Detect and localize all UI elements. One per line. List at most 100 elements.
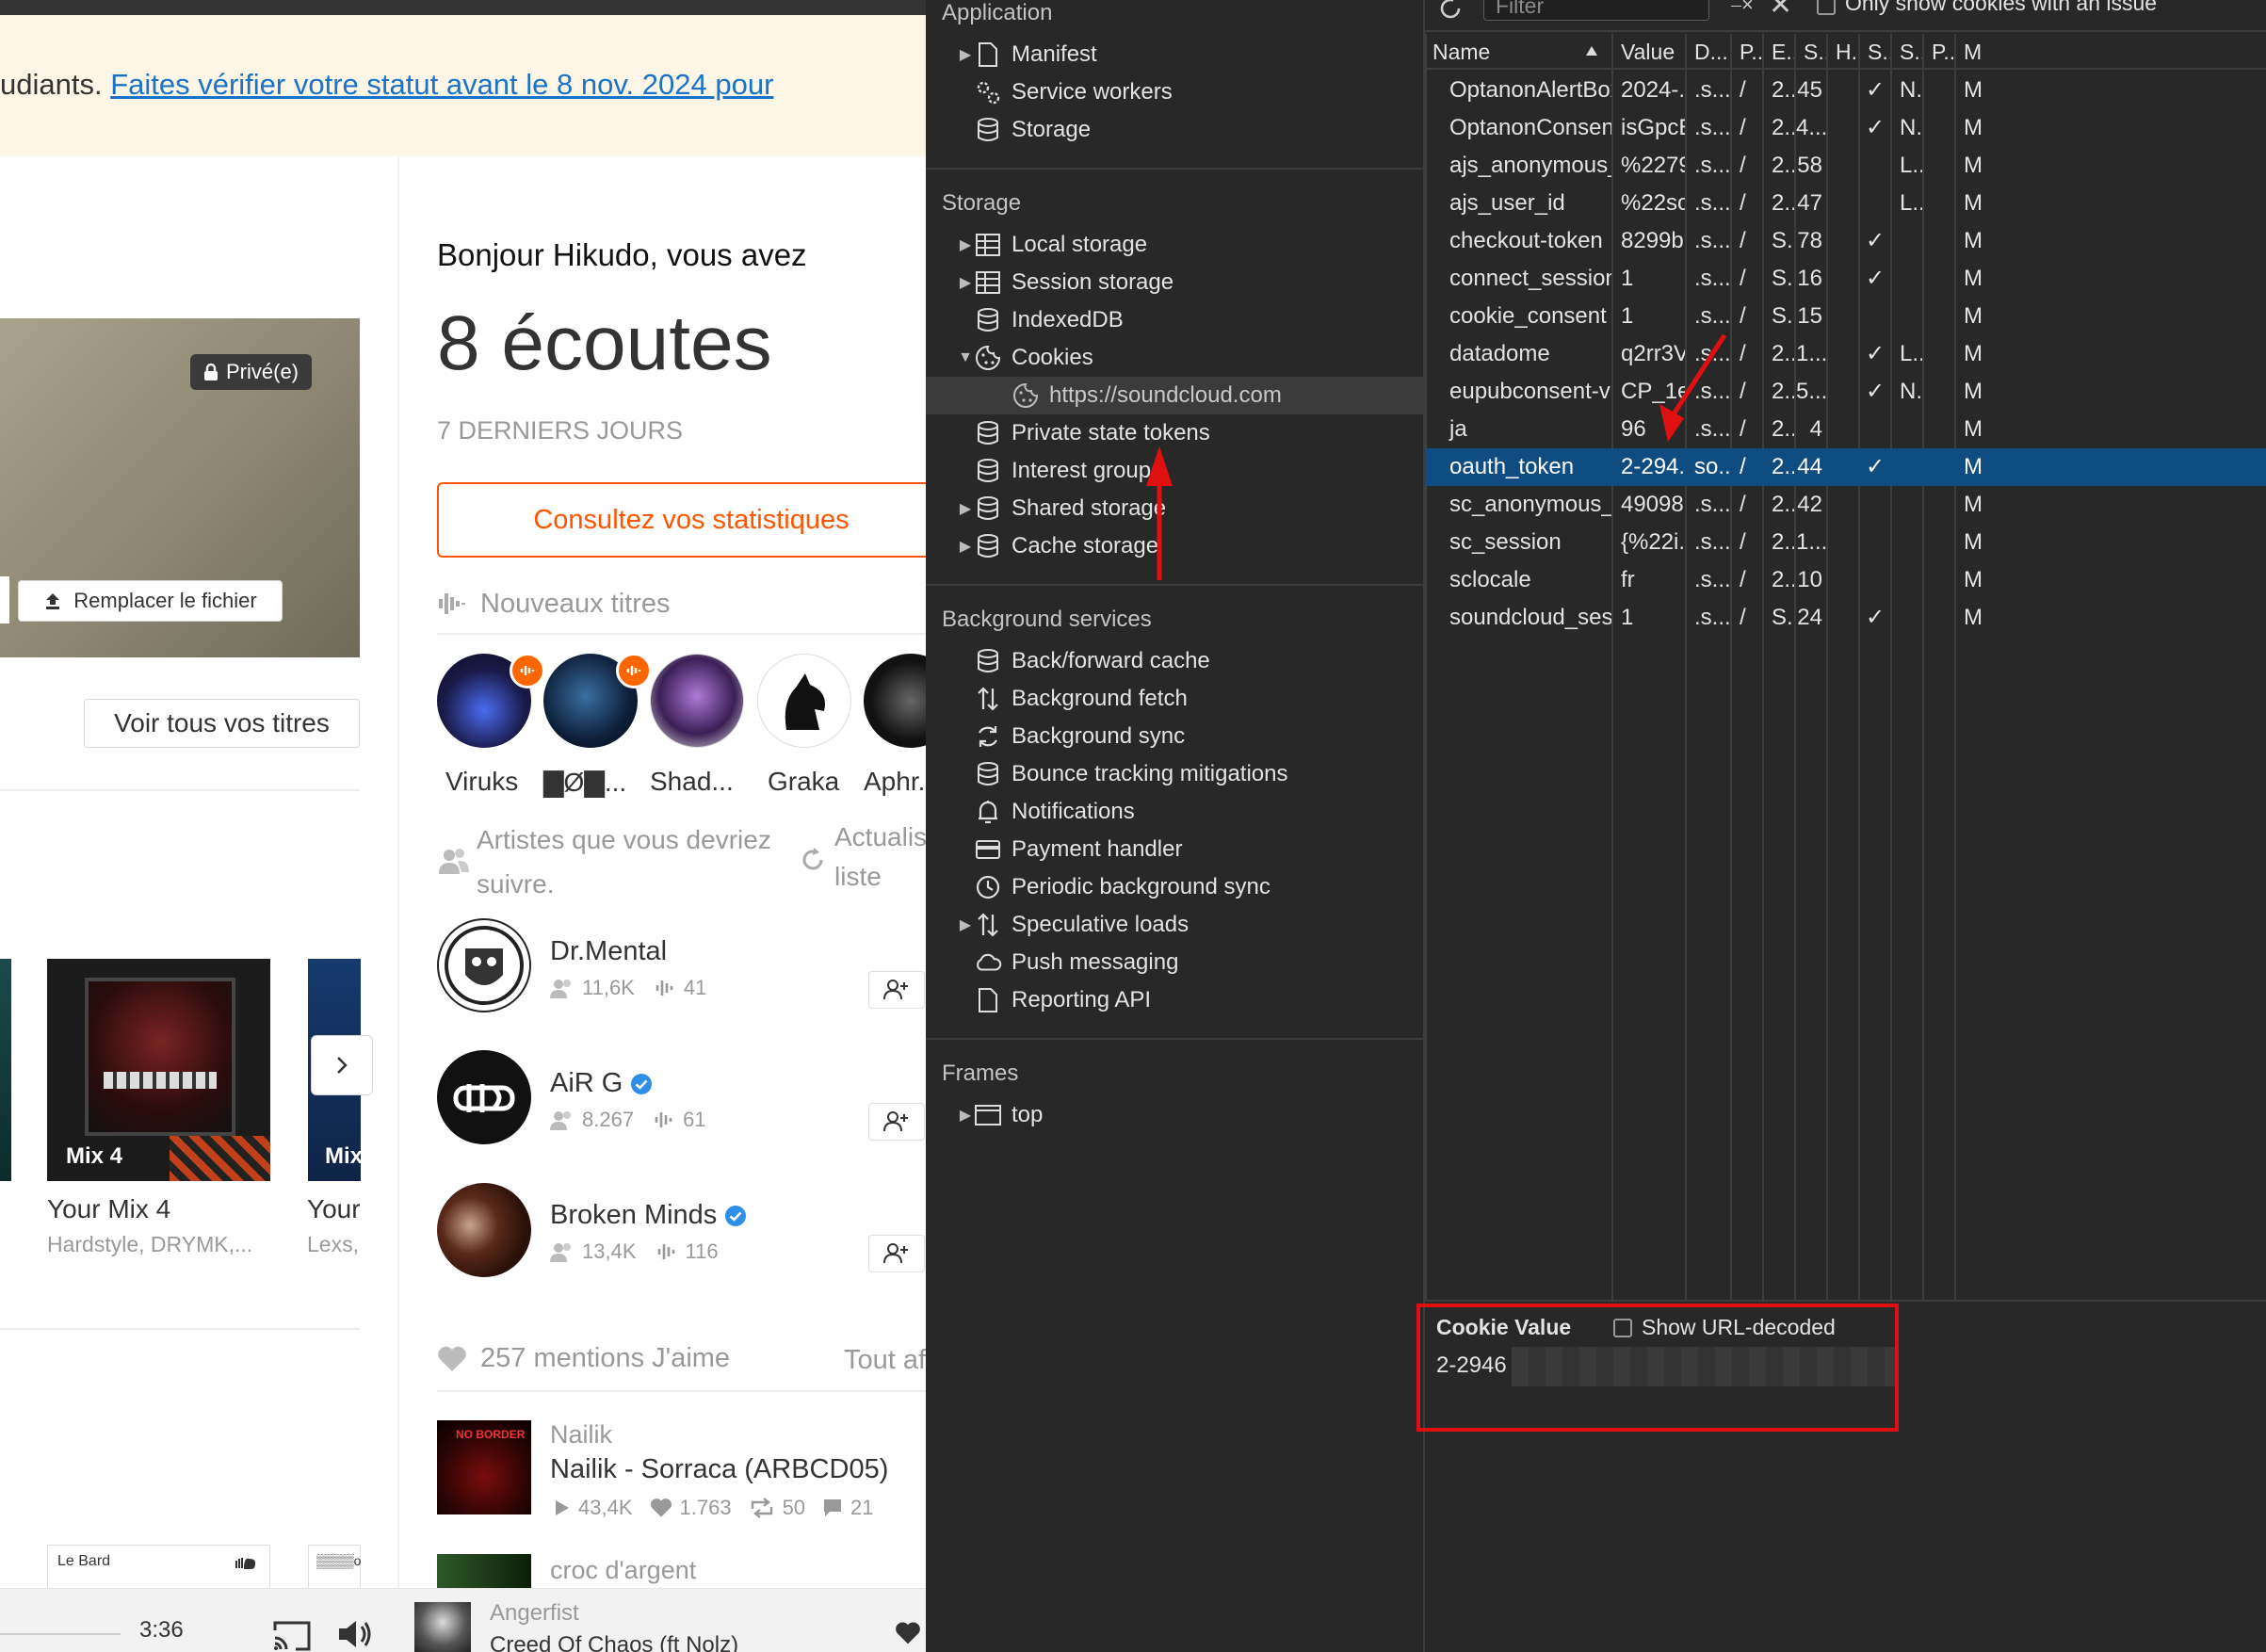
suggested-name-row[interactable]: Broken Minds <box>550 1200 747 1231</box>
heart-icon <box>650 1498 672 1518</box>
player-artwork[interactable] <box>414 1602 471 1652</box>
play-icon <box>554 1498 571 1517</box>
view-all-tracks-button[interactable]: Voir tous vos titres <box>84 699 360 748</box>
liked-track-artwork[interactable] <box>437 1554 531 1592</box>
mix-cover-pattern <box>170 1136 270 1181</box>
greeting: Bonjour Hikudo, vous avez <box>437 237 807 272</box>
mix-subtitle: Hardstyle, DRYMK,... <box>47 1232 253 1256</box>
mix-badge-2: Mix <box>325 1143 361 1169</box>
artist-avatar[interactable] <box>757 654 851 748</box>
refresh-icon[interactable] <box>799 846 827 874</box>
refresh-line-2: liste <box>834 862 882 891</box>
followers-count: 8.267 <box>582 1108 635 1131</box>
like-heart-icon[interactable] <box>895 1621 921 1645</box>
replace-file-label: Remplacer le fichier <box>73 589 257 612</box>
followers-icon <box>550 1241 575 1262</box>
artwork-edge <box>0 576 9 624</box>
verified-icon <box>630 1073 653 1095</box>
new-tracks-heading: Nouveaux titres <box>437 588 671 620</box>
mix-badge: Mix 4 <box>66 1143 123 1169</box>
column-divider <box>397 156 399 1588</box>
suggestions-heading: Artistes que vous devriez suivre. <box>477 825 771 899</box>
repost-icon <box>749 1498 775 1518</box>
cast-icon[interactable] <box>271 1617 313 1652</box>
track-duration: 3:36 <box>139 1617 184 1643</box>
followers-count: 13,4K <box>582 1239 637 1263</box>
artist-name[interactable]: ▇Ø▇... <box>543 767 626 798</box>
follow-button[interactable] <box>868 1235 925 1272</box>
chevron-right-icon <box>334 1054 349 1077</box>
banner-text: udiants. Faites vérifier votre statut av… <box>0 68 773 102</box>
liked-track-artist[interactable]: Nailik <box>550 1420 612 1450</box>
suggested-stats: 8.267 61 <box>550 1108 706 1132</box>
annotation-arrows <box>1146 333 1727 580</box>
verify-status-link[interactable]: Faites vérifier votre statut avant le 8 … <box>110 68 773 101</box>
period-label: 7 DERNIERS JOURS <box>437 416 684 445</box>
reposts-count: 50 <box>782 1496 806 1519</box>
follow-button[interactable] <box>868 1103 925 1141</box>
mix-title-2[interactable]: Your <box>307 1194 360 1224</box>
suggested-stats: 11,6K 41 <box>550 976 706 1000</box>
private-label: Privé(e) <box>226 360 299 383</box>
divider <box>0 789 360 791</box>
top-nav-bar <box>0 0 926 15</box>
add-user-icon <box>883 979 910 1001</box>
upload-artwork: Privé(e) Remplacer le fichier <box>0 318 360 657</box>
likes-count: 257 mentions J'aime <box>480 1343 731 1373</box>
waveform-icon <box>656 978 676 998</box>
divider <box>437 1390 926 1392</box>
likes-heading[interactable]: 257 mentions J'aime <box>437 1343 730 1374</box>
liked-track-artist[interactable]: croc d'argent <box>550 1556 696 1585</box>
soundcloud-logo-icon <box>227 1555 255 1570</box>
suggested-avatar[interactable] <box>437 1050 531 1144</box>
artist-name[interactable]: Shad... <box>650 767 734 797</box>
new-track-badge <box>510 653 545 688</box>
bottom-card-2[interactable]: ▒▒▒▒o <box>308 1545 361 1592</box>
player-artist[interactable]: Angerfist <box>490 1600 579 1627</box>
view-all-likes-link[interactable]: Tout af <box>844 1345 926 1376</box>
divider <box>437 633 926 635</box>
suggested-stats: 13,4K 116 <box>550 1239 719 1264</box>
suggested-avatar[interactable] <box>437 918 531 1012</box>
users-icon <box>437 844 471 878</box>
replace-file-button[interactable]: Remplacer le fichier <box>18 580 283 622</box>
artist-name[interactable]: Viruks <box>445 767 518 797</box>
soundcloud-page: udiants. Faites vérifier votre statut av… <box>0 0 926 1652</box>
bottom-card[interactable]: Le Bard <box>47 1545 270 1592</box>
refresh-line-1: Actualis <box>834 822 926 851</box>
liked-track-cover-text: NO BORDER <box>456 1428 526 1441</box>
view-stats-button[interactable]: Consultez vos statistiques <box>437 482 926 558</box>
refresh-list-link[interactable]: Actualis liste <box>834 818 926 897</box>
progress-bar[interactable] <box>0 1633 121 1635</box>
liked-track-title[interactable]: Nailik - Sorraca (ARBCD05) <box>550 1454 888 1485</box>
tracks-count: 41 <box>683 976 707 999</box>
artist-avatar[interactable] <box>864 654 926 748</box>
plays-count: 8 écoutes <box>437 300 772 386</box>
mix-card-partial <box>0 959 11 1181</box>
mix-title[interactable]: Your Mix 4 <box>47 1194 170 1224</box>
suggested-name-row[interactable]: AiR G <box>550 1068 653 1099</box>
suggested-avatar[interactable] <box>437 1183 531 1277</box>
artist-avatar[interactable] <box>650 654 744 748</box>
comments-count: 21 <box>850 1496 874 1519</box>
bottom-card-2-label: ▒▒▒▒o <box>316 1553 362 1568</box>
artist-name[interactable]: Aphr... <box>864 767 926 797</box>
private-badge: Privé(e) <box>190 354 313 390</box>
bottom-card-label: Le Bard <box>57 1553 111 1569</box>
player-bar: 3:36 Angerfist Creed Of Chaos (ft Nolz) <box>0 1588 926 1652</box>
banner-text-prefix: udiants. <box>0 68 111 101</box>
annotation-arrow-up <box>1146 446 1173 580</box>
follow-button[interactable] <box>868 971 925 1009</box>
liked-track-artwork[interactable]: NO BORDER <box>437 1420 531 1514</box>
followers-icon <box>550 978 575 998</box>
artist-name[interactable]: Graka <box>768 767 839 797</box>
tracks-count: 61 <box>683 1108 706 1131</box>
divider <box>0 1328 360 1330</box>
annotation-arrow-down <box>1659 333 1727 442</box>
verified-icon <box>724 1205 747 1227</box>
mix-card-artwork[interactable]: Mix 4 <box>47 959 270 1181</box>
volume-icon[interactable] <box>335 1617 373 1652</box>
carousel-next-button[interactable] <box>311 1035 373 1095</box>
player-track-title[interactable]: Creed Of Chaos (ft Nolz) <box>490 1632 738 1652</box>
suggested-name[interactable]: Dr.Mental <box>550 936 667 967</box>
